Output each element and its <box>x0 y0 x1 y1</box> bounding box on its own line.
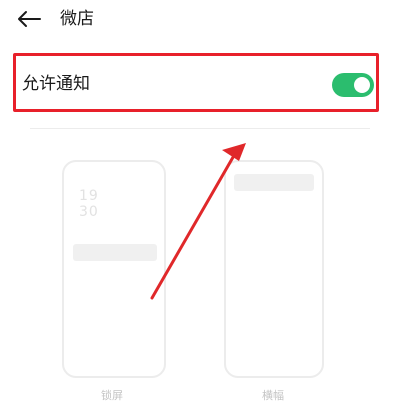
page-title: 微店 <box>60 9 94 29</box>
lock-screen-preview[interactable]: 19 30 <box>62 160 166 378</box>
banner-preview[interactable] <box>224 160 324 378</box>
lock-screen-caption: 锁屏 <box>101 389 123 402</box>
toggle-knob <box>354 77 370 93</box>
back-button[interactable] <box>16 9 42 29</box>
lock-screen-clock: 19 30 <box>79 188 99 220</box>
section-divider <box>30 128 370 129</box>
banner-caption: 横幅 <box>262 389 284 402</box>
clock-hours: 19 <box>79 188 99 204</box>
lock-screen-notification-placeholder <box>73 244 157 261</box>
clock-minutes: 30 <box>79 204 99 220</box>
banner-notification-placeholder <box>234 174 314 191</box>
allow-notifications-toggle[interactable] <box>332 73 374 97</box>
app-header: 微店 <box>0 0 400 40</box>
allow-notifications-row: 允许通知 <box>13 53 379 112</box>
arrow-left-icon <box>18 11 41 27</box>
allow-notifications-label: 允许通知 <box>22 74 90 94</box>
